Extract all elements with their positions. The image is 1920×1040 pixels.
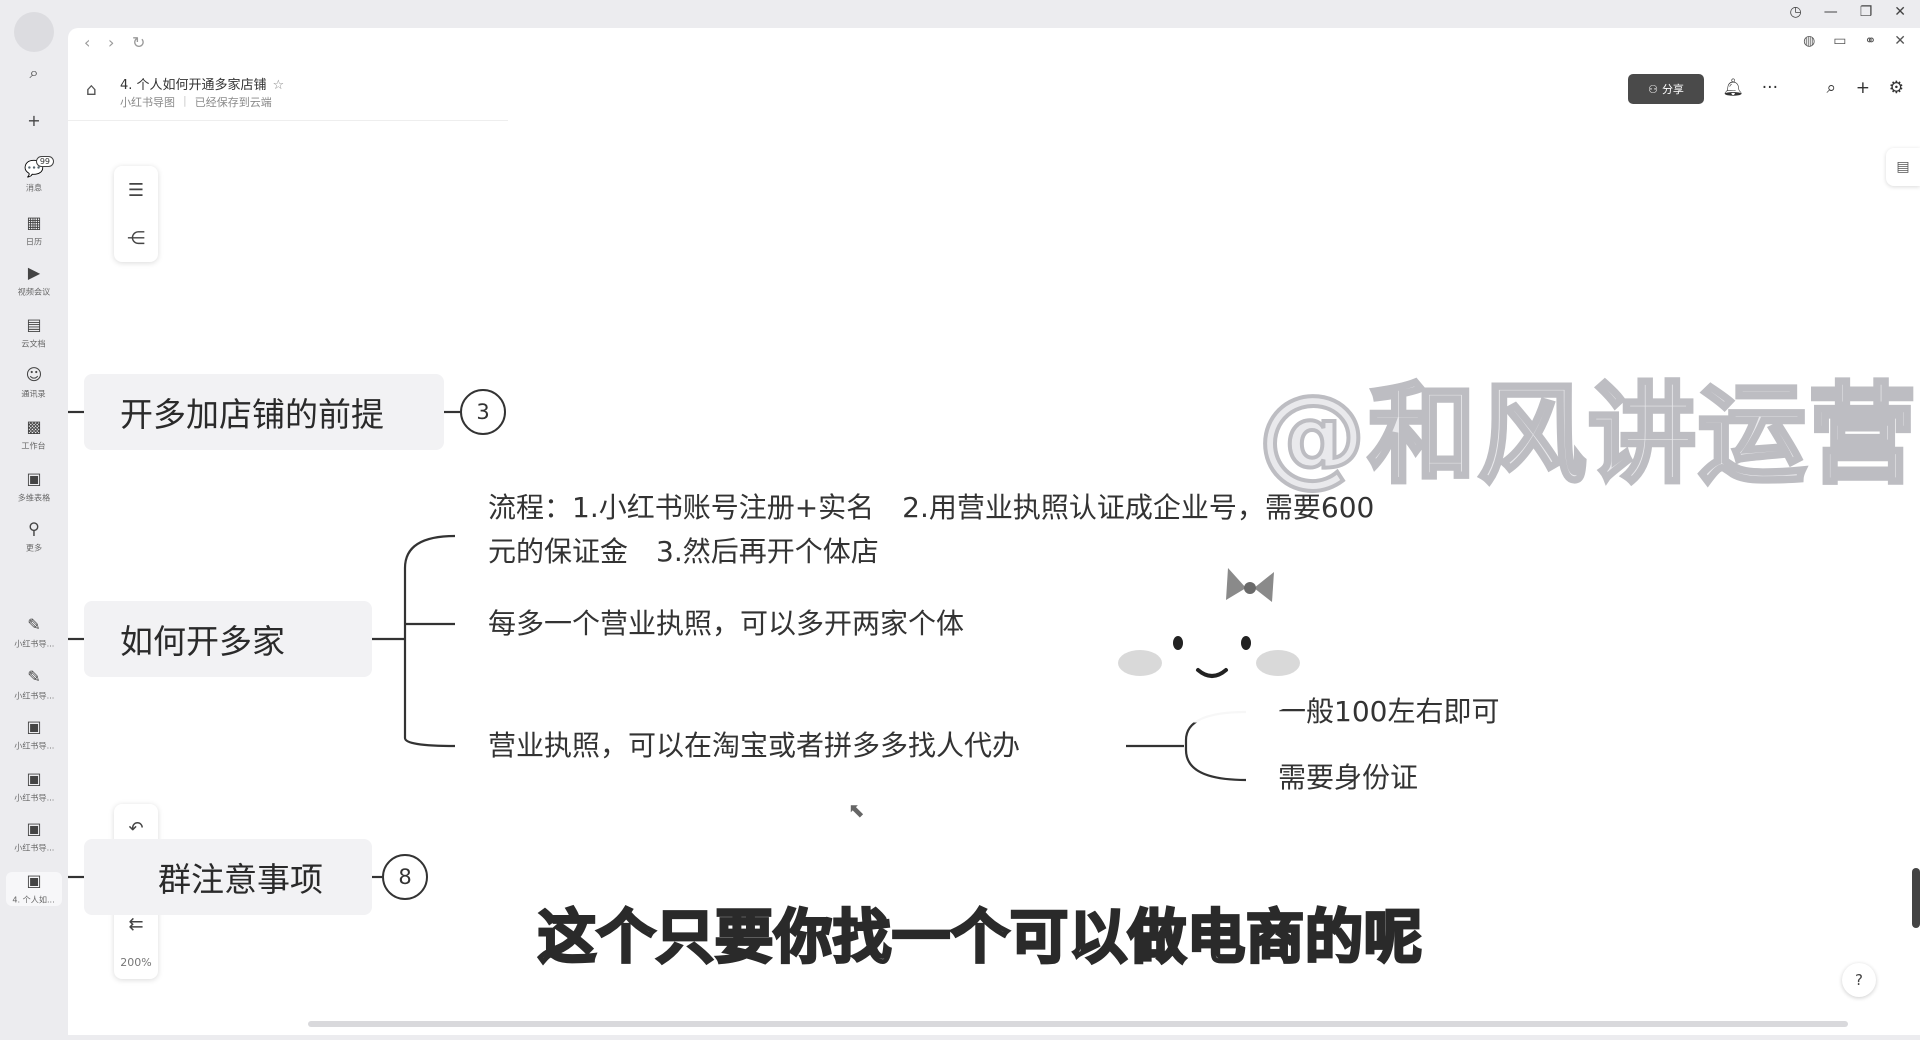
rail-item-label: 通讯录 — [21, 390, 47, 400]
rail-item-label: 更多 — [25, 544, 43, 554]
cloud-mascot-icon — [1083, 568, 1333, 723]
rail-item-workbench[interactable]: ▩ 工作台 — [0, 418, 68, 452]
video-subtitle: 这个只要你找一个可以做电商的呢 — [536, 902, 1424, 973]
video-icon: ▶ — [27, 263, 41, 282]
recent-doc-icon: ▣ — [26, 717, 42, 736]
rail-item-recent-doc[interactable]: ▣ 小红书导... — [0, 770, 68, 804]
rail-item-label: 小红书导... — [13, 794, 55, 804]
rail-item-search[interactable]: ⌕ — [0, 64, 68, 82]
rail-item-contacts[interactable]: ☺ 通讯录 — [0, 366, 68, 400]
contacts-icon: ☺ — [25, 365, 43, 384]
unread-badge: 99 — [35, 156, 54, 167]
maximize-icon[interactable]: ❐ — [1860, 4, 1873, 20]
mouse-cursor-icon: ⬉ — [848, 798, 865, 822]
rail-item-video[interactable]: ▶ 视频会议 — [0, 264, 68, 298]
doc-icon: ▤ — [26, 315, 42, 334]
mindmap-leaf-id-card[interactable]: 需要身份证 — [1278, 756, 1418, 800]
history-icon[interactable]: ◷ — [1789, 4, 1801, 20]
rail-item-calendar[interactable]: ▦ 日历 — [0, 214, 68, 248]
vertical-scrollbar[interactable] — [1912, 868, 1920, 928]
rail-item-recent-doc[interactable]: ▣ 小红书导... — [0, 820, 68, 854]
rail-item-label: 日历 — [25, 238, 43, 248]
rail-item-plus[interactable]: + — [0, 112, 68, 130]
recent-doc-icon: ✎ — [27, 667, 41, 686]
plus-icon: + — [27, 111, 41, 130]
rail-item-recent-doc[interactable]: ✎ 小红书导... — [0, 668, 68, 702]
more-icon: ⚲ — [28, 519, 40, 538]
rail-item-label: 工作台 — [21, 442, 47, 452]
document-window: ‹ › ↻ ◍ ▭ ⚭ ✕ ⌂ 4. 个人如何开通多家店铺 ☆ 小红书导图 | 已… — [68, 28, 1920, 1035]
rail-item-recent-doc[interactable]: ▣ 小红书导... — [0, 718, 68, 752]
apps-icon: ▣ — [26, 469, 42, 488]
mindmap-leaf-each-license[interactable]: 每多一个营业执照，可以多开两家个体 — [488, 602, 964, 646]
workbench-icon: ▩ — [26, 417, 42, 436]
rail-item-label: 小红书导... — [13, 844, 55, 854]
close-icon[interactable]: ✕ — [1894, 4, 1906, 20]
calendar-icon: ▦ — [26, 213, 42, 232]
rail-item-label: 云文档 — [21, 340, 47, 350]
rail-item-label: 4. 个人如... — [12, 896, 56, 906]
horizontal-scrollbar[interactable] — [308, 1021, 1848, 1027]
comment-icon[interactable]: ▤ — [1886, 148, 1920, 186]
rail-item-label: 小红书导... — [13, 640, 55, 650]
rail-item-recent-doc[interactable]: ▣ 4. 个人如... — [6, 872, 62, 906]
app-sidebar: ⌕ + 💬 99 消息 ▦ 日历 ▶ 视频会议 ▤ 云文档 ☺ 通讯录 ▩ 工作台 ▣ 多维表格 ⚲ 更多 ✎ 小红书导… — [0, 0, 68, 1040]
mindmap-node-prerequisite[interactable]: 开多加店铺的前提 — [84, 374, 444, 450]
rail-item-more[interactable]: ⚲ 更多 — [0, 520, 68, 554]
rail-item-apps[interactable]: ▣ 多维表格 — [0, 470, 68, 504]
rail-item-label: 视频会议 — [17, 288, 51, 298]
rail-item-message[interactable]: 💬 99 消息 — [0, 156, 68, 194]
avatar[interactable] — [14, 12, 54, 52]
minimize-icon[interactable]: — — [1824, 4, 1838, 20]
mindmap-node-how-to-open[interactable]: 如何开多家 — [84, 601, 372, 677]
mindmap-node-group-notes[interactable]: 群注意事项 — [84, 839, 372, 915]
recent-doc-icon: ▣ — [26, 871, 42, 890]
rail-item-label: 小红书导... — [13, 692, 55, 702]
window-titlebar: ◷ — ❐ ✕ — [68, 0, 1920, 28]
recent-doc-icon: ✎ — [27, 615, 41, 634]
mindmap-leaf-license-agent[interactable]: 营业执照，可以在淘宝或者拼多多找人代办 — [488, 724, 1020, 768]
rail-item-label: 小红书导... — [13, 742, 55, 752]
rail-item-doc[interactable]: ▤ 云文档 — [0, 316, 68, 350]
rail-item-recent-doc[interactable]: ✎ 小红书导... — [0, 616, 68, 650]
help-icon[interactable]: ? — [1842, 963, 1876, 997]
watermark: @和风讲运营 — [1256, 371, 1919, 500]
recent-doc-icon: ▣ — [26, 819, 42, 838]
rail-item-label: 消息 — [25, 184, 43, 194]
collapsed-count-badge[interactable]: 8 — [382, 854, 428, 900]
collapsed-count-badge[interactable]: 3 — [460, 389, 506, 435]
recent-doc-icon: ▣ — [26, 769, 42, 788]
rail-item-label: 多维表格 — [17, 494, 51, 504]
search-icon: ⌕ — [29, 63, 39, 82]
